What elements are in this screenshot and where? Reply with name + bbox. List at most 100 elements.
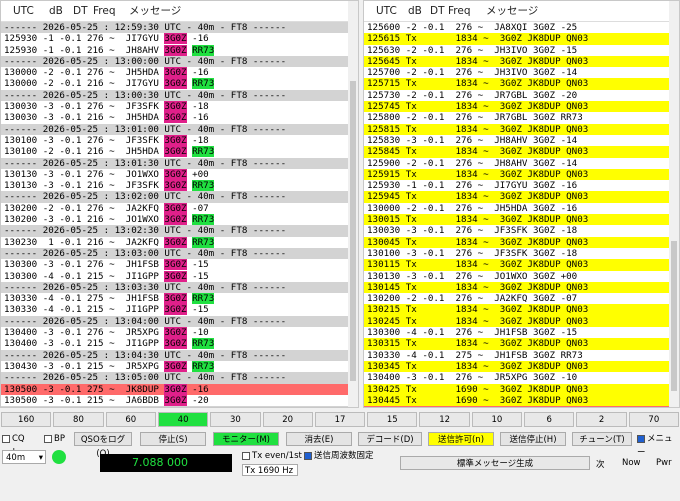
band-button-17[interactable]: 17: [314, 412, 366, 427]
enable-tx-button[interactable]: 送信許可(n): [428, 432, 494, 446]
rx-text: 125900 -2 -0.1 276 ~ JH8AHV 3G0Z -14: [367, 157, 578, 169]
cq-only-checkbox[interactable]: CQ only: [2, 432, 42, 458]
decode-text: 130300 -4 -0.1 215 ~ JI1GPP: [4, 270, 165, 282]
decode-report: -15: [186, 270, 209, 282]
band-activity-panel[interactable]: UTC dB DT Freq メッセージ ------ 2026-05-25 :…: [0, 0, 359, 408]
hold-tx-label: 送信周波数固定: [314, 451, 374, 461]
decode-text: 130500 -3 -0.1 215 ~ JA6BDB: [4, 394, 165, 406]
callsign-highlight: 3G0Z: [164, 134, 187, 146]
band-button-15[interactable]: 15: [367, 412, 418, 427]
callsign-highlight: 3G0Z: [164, 327, 187, 339]
decode-text: 130000 -2 -0.1 216 ~ JI7GYU: [4, 78, 165, 90]
rx-row: 125915 Tx 1834 ~ 3G0Z JK8DUP QN03: [364, 168, 669, 181]
decode-text: 125930 -1 -0.1 216 ~ JH8AHV: [4, 44, 165, 56]
period-separator: ------ 2026-05-25 : 13:01:30 UTC - 40m -…: [1, 157, 348, 169]
decode-text: 130400 -3 -0.1 215 ~ JI1GPP: [4, 338, 165, 350]
decode-text: ------ 2026-05-25 : 13:00:00 UTC - 40m -…: [4, 55, 287, 67]
decode-button[interactable]: デコード(D): [358, 432, 422, 446]
rx-row: 130215 Tx 1834 ~ 3G0Z JK8DUP QN03: [364, 304, 669, 316]
decode-text: ------ 2026-05-25 : 13:03:00 UTC - 40m -…: [4, 247, 287, 259]
status-indicator-icon: [52, 450, 66, 464]
period-separator: ------ 2026-05-25 : 13:05:00 UTC - 40m -…: [1, 372, 348, 384]
rx-row: 130045 Tx 1834 ~ 3G0Z JK8DUP QN03: [364, 236, 669, 248]
band-combo[interactable]: 40m ▾: [2, 450, 46, 464]
rx-text: 125745 Tx 1834 ~ 3G0Z JK8DUP QN03: [367, 101, 589, 113]
callsign-highlight: 3G0Z: [164, 112, 187, 124]
decode-row: 130130 -3 -0.1 216 ~ JF3SFK 3G0Z RR73: [1, 180, 348, 192]
decode-text: ------ 2026-05-25 : 13:01:30 UTC - 40m -…: [4, 157, 287, 169]
generate-messages-button[interactable]: 標準メッセージ生成: [400, 456, 590, 470]
rx-row: 130445 Tx 1690 ~ 3G0Z JK8DUP QN03: [364, 394, 669, 407]
chevron-down-icon: ▾: [38, 453, 43, 463]
halt-tx-button[interactable]: 送信停止(H): [500, 432, 566, 446]
band-button-40[interactable]: 40: [157, 412, 209, 427]
decode-row: 130330 -4 -0.1 215 ~ JI1GPP 3G0Z -15: [1, 304, 348, 316]
band-button-70[interactable]: 70: [628, 412, 679, 427]
decode-row: 130200 -2 -0.1 276 ~ JA2KFQ 3G0Z -07: [1, 202, 348, 214]
period-separator: ------ 2026-05-25 : 13:01:00 UTC - 40m -…: [1, 123, 348, 135]
callsign-highlight: 3G0Z: [164, 383, 187, 395]
band-button-30[interactable]: 30: [210, 412, 261, 427]
bp-label: BP: [54, 434, 65, 444]
rx-row: 130400 -3 -0.1 276 ~ JR5XPG 3G0Z -10: [364, 372, 669, 383]
band-button-10[interactable]: 10: [471, 412, 523, 427]
decode-row: 130330 -4 -0.1 275 ~ JH1FSB 3G0Z RR73: [1, 293, 348, 305]
hold-tx-freq-checkbox[interactable]: 送信周波数固定: [304, 450, 378, 462]
rx-row: 130315 Tx 1834 ~ 3G0Z JK8DUP QN03: [364, 338, 669, 350]
bp-checkbox[interactable]: BP: [44, 432, 68, 446]
callsign-highlight: 3G0Z: [164, 168, 187, 180]
rx-row: 125730 -2 -0.1 276 ~ JR7GBL 3G0Z -20: [364, 90, 669, 101]
menu-checkbox[interactable]: メニュー: [637, 432, 680, 458]
tx-frequency-spinner[interactable]: Tx 1690 Hz: [242, 464, 298, 476]
stop-button[interactable]: 停止(S): [140, 432, 206, 446]
log-qso-button[interactable]: QSOをログ(Q): [74, 432, 132, 459]
period-separator: ------ 2026-05-25 : 13:05:30 UTC - 40m -…: [1, 406, 348, 407]
decode-report: -16: [186, 112, 209, 124]
band-button-12[interactable]: 12: [419, 412, 470, 427]
rx-row: 130500 -3 -0.1 275 ~ JK8DUP 3G0Z -16: [364, 406, 669, 407]
band-button-80[interactable]: 80: [53, 412, 104, 427]
now-label: Now: [622, 458, 641, 468]
col-dt: DT: [430, 5, 445, 17]
decode-text: 130230 1 -0.1 216 ~ JA2KFQ: [4, 236, 165, 248]
rx-row: 130425 Tx 1690 ~ 3G0Z JK8DUP QN03: [364, 383, 669, 395]
period-separator: ------ 2026-05-25 : 13:00:00 UTC - 40m -…: [1, 55, 348, 68]
band-button-60[interactable]: 60: [105, 412, 156, 427]
rx-text: 125815 Tx 1834 ~ 3G0Z JK8DUP QN03: [367, 123, 589, 135]
decode-row: 125930 -1 -0.1 216 ~ JH8AHV 3G0Z RR73: [1, 44, 348, 56]
rx-row: 130115 Tx 1834 ~ 3G0Z JK8DUP QN03: [364, 259, 669, 271]
decode-row: 130000 -2 -0.1 216 ~ JI7GYU 3G0Z RR73: [1, 78, 348, 90]
col-utc: UTC: [376, 5, 397, 17]
monitor-button[interactable]: モニター(M): [213, 432, 279, 446]
callsign-highlight: 3G0Z: [164, 236, 187, 248]
rx-text: 125700 -2 -0.1 276 ~ JH3IVO 3G0Z -14: [367, 67, 578, 79]
decode-report: -18: [186, 134, 209, 146]
rx-text: 130315 Tx 1834 ~ 3G0Z JK8DUP QN03: [367, 338, 589, 350]
band-activity-list[interactable]: ------ 2026-05-25 : 12:59:30 UTC - 40m -…: [1, 22, 348, 407]
band-button-6[interactable]: 6: [524, 412, 575, 427]
tune-button[interactable]: チューン(T): [572, 432, 632, 446]
decode-report: -16: [186, 383, 209, 395]
period-separator: ------ 2026-05-25 : 13:04:00 UTC - 40m -…: [1, 315, 348, 328]
band-button-160[interactable]: 160: [1, 412, 52, 427]
decode-row: 130400 -3 -0.1 276 ~ JR5XPG 3G0Z -10: [1, 327, 348, 339]
rx-row: 130330 -4 -0.1 275 ~ JH1FSB 3G0Z RR73: [364, 350, 669, 361]
rx-row: 125700 -2 -0.1 276 ~ JH3IVO 3G0Z -14: [364, 67, 669, 78]
rx-frequency-panel[interactable]: UTC dB DT Freq メッセージ 125600 -2 -0.1 276 …: [363, 0, 680, 408]
rx-frequency-list[interactable]: 125600 -2 -0.1 276 ~ JA8XQI 3G0Z -25 1256…: [364, 22, 669, 407]
col-db: dB: [49, 5, 63, 17]
rx-text: 130015 Tx 1834 ~ 3G0Z JK8DUP QN03: [367, 214, 589, 226]
period-separator: ------ 2026-05-25 : 13:03:30 UTC - 40m -…: [1, 281, 348, 294]
rx-row: 125800 -2 -0.1 276 ~ JR7GBL 3G0Z RR73: [364, 112, 669, 123]
decode-row: 130430 -3 -0.1 215 ~ JR5XPG 3G0Z RR73: [1, 360, 348, 372]
rx-text: 130300 -4 -0.1 276 ~ JH1FSB 3G0Z -15: [367, 327, 578, 339]
rr73-highlight: RR73: [192, 293, 215, 305]
band-button-20[interactable]: 20: [262, 412, 313, 427]
callsign-highlight: 3G0Z: [164, 214, 187, 226]
band-activity-scrollbar[interactable]: [348, 1, 358, 407]
rx-frequency-scrollbar[interactable]: [669, 1, 679, 407]
decode-text: ------ 2026-05-25 : 13:04:00 UTC - 40m -…: [4, 315, 287, 327]
band-button-2[interactable]: 2: [576, 412, 627, 427]
erase-button[interactable]: 消去(E): [286, 432, 352, 446]
rx-text: 125845 Tx 1834 ~ 3G0Z JK8DUP QN03: [367, 146, 589, 158]
